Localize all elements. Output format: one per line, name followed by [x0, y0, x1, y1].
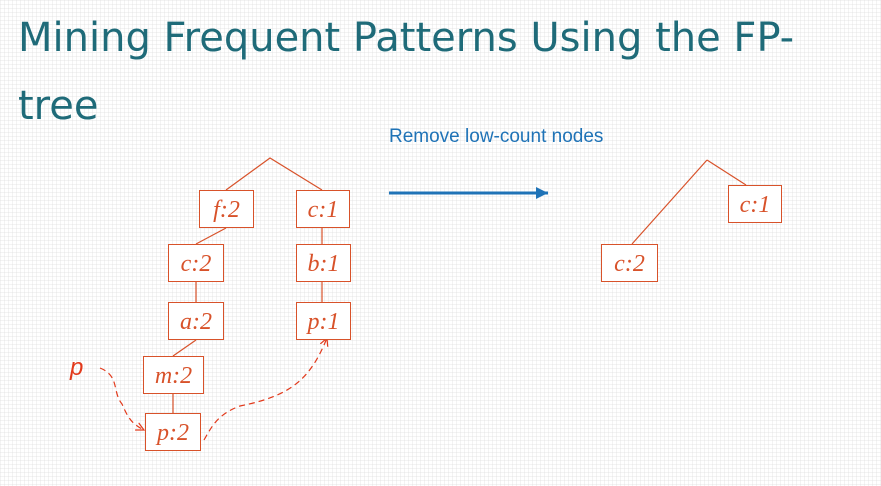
tree-node-m2: m:2 [143, 356, 204, 394]
transform-caption: Remove low-count nodes [389, 126, 604, 147]
right-edge-root-c2 [631, 159, 708, 245]
edge-f2-c2 [195, 227, 227, 245]
tree-node-p1: p:1 [296, 302, 351, 340]
tree-node-b1: b:1 [296, 244, 351, 282]
node-link-p2-to-p1 [203, 338, 327, 441]
pointer-label-p: p [70, 354, 84, 381]
tree-node-c1: c:1 [296, 190, 350, 228]
left-root-edges [225, 157, 323, 191]
pointer-arrow-to-p2 [99, 367, 144, 430]
tree-edges-and-arrows [99, 157, 747, 441]
tree-node-a2: a:2 [168, 302, 224, 340]
edge-a2-m2 [172, 339, 197, 357]
right-edge-root-c1 [706, 159, 747, 186]
slide: Mining Frequent Patterns Using the FP- t… [0, 0, 881, 486]
right-tree-node-c1: c:1 [728, 185, 782, 223]
right-tree-node-c2: c:2 [601, 244, 658, 282]
tree-node-p2: p:2 [145, 413, 201, 451]
tree-node-c2: c:2 [168, 244, 224, 282]
tree-node-f2: f:2 [199, 190, 254, 228]
